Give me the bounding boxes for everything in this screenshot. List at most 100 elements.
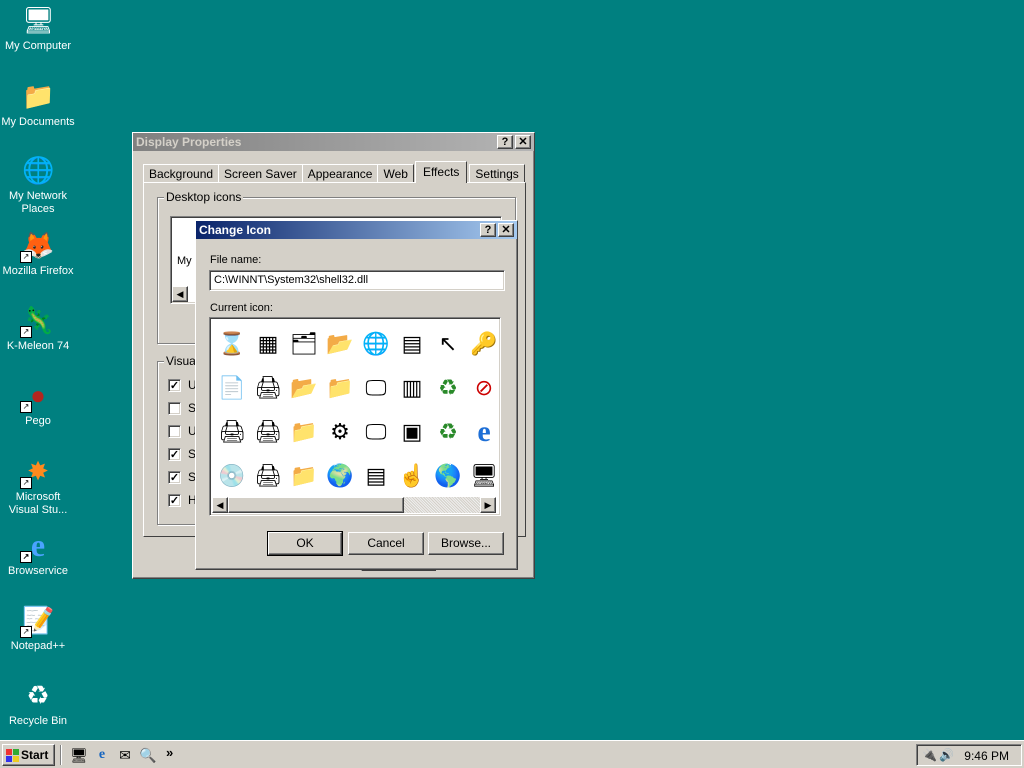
effect-checkbox[interactable]: ✓: [168, 448, 181, 461]
display-properties-titlebar[interactable]: Display Properties ? ✕: [133, 133, 534, 151]
quicklaunch-more[interactable]: »: [166, 745, 173, 760]
taskbar: Start 🖥 e ✉ 🔍 » 🔌 🔊 9:46 PM: [0, 740, 1024, 768]
desktop-icon-folder-documents[interactable]: 📁 My Documents: [0, 78, 76, 129]
tray-network-icon[interactable]: 🔌: [922, 748, 937, 762]
file-name-label: File name:: [210, 254, 262, 266]
effect-checkbox[interactable]: [168, 402, 181, 415]
icon-list[interactable]: ⌛ ▦ 🗂 📂 🌐 ▤ ↖ 🔑 📄 🖨 📂 📁 🖵 ▥ ♻ ⊘ 🖨 🖨 📁 ⚙ 🖵 ▣ ♻ e 💿 🖨 📁 🌍 ▤ ☝ 🌎 🖥 ◀ ▶: [209, 317, 501, 516]
shortcut-arrow-icon: ↗: [20, 326, 32, 338]
tab-screen-saver[interactable]: Screen Saver: [218, 164, 303, 183]
icon-choice[interactable]: 🖵: [358, 366, 394, 410]
icon-choice[interactable]: ⚙: [322, 410, 358, 454]
start-button[interactable]: Start: [2, 744, 55, 766]
file-name-input[interactable]: C:\WINNT\System32\shell32.dll: [209, 270, 505, 291]
outlook-icon[interactable]: ✉: [116, 746, 134, 764]
icon-choice[interactable]: 📁: [286, 454, 322, 498]
icon-choice[interactable]: ⌛: [214, 322, 250, 366]
tab-web[interactable]: Web: [377, 164, 414, 183]
shortcut-arrow-icon: ↗: [20, 477, 32, 489]
icon-choice[interactable]: ♻: [430, 366, 466, 410]
window-grid-icon: ▤: [365, 463, 387, 488]
icon-choice[interactable]: ▣: [394, 410, 430, 454]
icon-choice[interactable]: ▤: [394, 322, 430, 366]
icon-choice[interactable]: 🖨: [250, 410, 286, 454]
icon-choice[interactable]: 🗂: [286, 322, 322, 366]
tab-settings[interactable]: Settings: [469, 164, 525, 183]
firefox-icon: 🦊 ↗: [20, 230, 55, 263]
globe-book-icon: 🌍: [326, 463, 354, 488]
icon-choice[interactable]: ⊘: [466, 366, 502, 410]
icon-choice[interactable]: 📂: [322, 322, 358, 366]
cd-icon: 💿: [218, 463, 246, 488]
desktop-icon-label: Recycle Bin: [8, 715, 68, 727]
icon-choice[interactable]: 💿: [214, 454, 250, 498]
desktop-icon-computer[interactable]: 🖥 My Computer: [0, 2, 76, 53]
icon-choice[interactable]: 🖨: [250, 366, 286, 410]
recycle-bin-icon: ♻: [438, 419, 458, 444]
desktop-icon-visual-studio[interactable]: ✸ ↗ Microsoft Visual Stu...: [0, 453, 76, 517]
icon-choice[interactable]: ▤: [358, 454, 394, 498]
printer-disk-icon: 🖨: [254, 463, 282, 488]
desktop-icon-firefox[interactable]: 🦊 ↗ Mozilla Firefox: [0, 227, 76, 278]
tab-background[interactable]: Background: [143, 164, 220, 183]
help-button[interactable]: ?: [497, 135, 513, 149]
icon-choice[interactable]: 🌎: [430, 454, 466, 498]
effect-checkbox[interactable]: [168, 425, 181, 438]
folder-list-icon: 📁: [290, 463, 318, 488]
desktop-icon-kmeleon[interactable]: 🦎 ↗ K-Meleon 74: [0, 302, 76, 353]
tray-volume-icon[interactable]: 🔊: [939, 748, 954, 762]
desktop-icon-notepad[interactable]: 📝 ↗ Notepad++: [0, 602, 76, 653]
icon-choice[interactable]: 📄: [214, 366, 250, 410]
icon-choice[interactable]: e: [466, 410, 502, 454]
globe-folder-icon: 🌎: [434, 463, 462, 488]
scroll-thumb[interactable]: [228, 497, 404, 513]
icon-choice[interactable]: 📁: [286, 410, 322, 454]
icon-choice[interactable]: 📁: [322, 366, 358, 410]
icon-choice[interactable]: ♻: [430, 410, 466, 454]
desktop-icon-recycle-bin[interactable]: ♻ Recycle Bin: [0, 677, 76, 728]
desktop-icon-network[interactable]: 🌐 My Network Places: [0, 152, 76, 216]
horizontal-scrollbar[interactable]: ◀ ▶: [212, 497, 496, 513]
scroll-left-button[interactable]: ◀: [212, 497, 228, 513]
effect-checkbox[interactable]: ✓: [168, 471, 181, 484]
desktop-icon-label: Mozilla Firefox: [2, 265, 74, 277]
cancel-button[interactable]: Cancel: [348, 532, 424, 555]
icon-choice[interactable]: 🌐: [358, 322, 394, 366]
icon-choice[interactable]: 🖨: [250, 454, 286, 498]
clock[interactable]: 9:46 PM: [964, 749, 1009, 763]
icon-choice[interactable]: 📂: [286, 366, 322, 410]
icon-choice[interactable]: ▦: [250, 322, 286, 366]
desktop-icon-ie[interactable]: e ↗ Browservice: [0, 527, 76, 578]
desktop-icon-label: My Computer: [4, 40, 72, 52]
close-button[interactable]: ✕: [498, 223, 514, 237]
window-title: Display Properties: [136, 135, 242, 149]
help-button[interactable]: ?: [480, 223, 496, 237]
icon-choice[interactable]: 🖨: [214, 410, 250, 454]
folder-share-icon: 📁: [326, 375, 354, 400]
scroll-left-button[interactable]: ◀: [172, 286, 188, 302]
scroll-track[interactable]: [228, 497, 480, 513]
effect-checkbox[interactable]: ✓: [168, 494, 181, 507]
icon-choice[interactable]: ↖: [430, 322, 466, 366]
tab-effects[interactable]: Effects: [414, 161, 468, 183]
change-icon-titlebar[interactable]: Change Icon ? ✕: [196, 221, 517, 239]
scroll-right-button[interactable]: ▶: [480, 497, 496, 513]
ie-icon[interactable]: e: [93, 746, 111, 764]
desktop-icon-pego[interactable]: ● ↗ Pego: [0, 377, 76, 428]
windows-logo-icon: [6, 748, 19, 762]
icon-choice[interactable]: 🖥: [466, 454, 502, 498]
close-button[interactable]: ✕: [515, 135, 531, 149]
browse-button[interactable]: Browse...: [428, 532, 504, 555]
ok-button[interactable]: OK: [267, 531, 343, 556]
shortcut-arrow-icon: ↗: [20, 401, 32, 413]
desktop-icon[interactable]: 🖥: [70, 746, 88, 764]
icon-choice[interactable]: ▥: [394, 366, 430, 410]
explorer-icon[interactable]: 🔍: [139, 746, 157, 764]
tab-appearance[interactable]: Appearance: [301, 164, 379, 183]
icon-choice[interactable]: 🌍: [322, 454, 358, 498]
icon-choice[interactable]: 🔑: [466, 322, 502, 366]
icon-choice[interactable]: 🖵: [358, 410, 394, 454]
icon-choice[interactable]: ☝: [394, 454, 430, 498]
change-icon-dialog: Change Icon ? ✕ File name: C:\WINNT\Syst…: [195, 220, 518, 570]
effect-checkbox[interactable]: ✓: [168, 379, 181, 392]
